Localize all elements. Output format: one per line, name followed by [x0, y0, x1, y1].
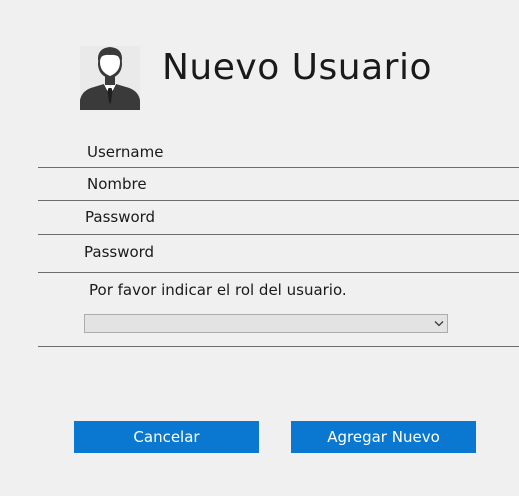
password-confirm-field[interactable]: Password [38, 243, 519, 273]
page-title: Nuevo Usuario [162, 47, 432, 88]
password-field[interactable]: Password [38, 208, 519, 235]
user-avatar-icon [80, 46, 140, 110]
role-select[interactable] [84, 314, 448, 333]
role-prompt: Por favor indicar el rol del usuario. [89, 281, 347, 299]
password-label: Password [85, 208, 156, 226]
nombre-field[interactable]: Nombre [38, 175, 519, 201]
cancel-button[interactable]: Cancelar [74, 421, 259, 453]
role-divider [38, 346, 519, 347]
password-confirm-label: Password [84, 243, 155, 261]
add-user-button[interactable]: Agregar Nuevo [291, 421, 476, 453]
username-field[interactable]: Username [38, 143, 519, 168]
username-label: Username [87, 143, 164, 161]
nombre-label: Nombre [87, 175, 147, 193]
chevron-down-icon[interactable] [434, 319, 444, 328]
